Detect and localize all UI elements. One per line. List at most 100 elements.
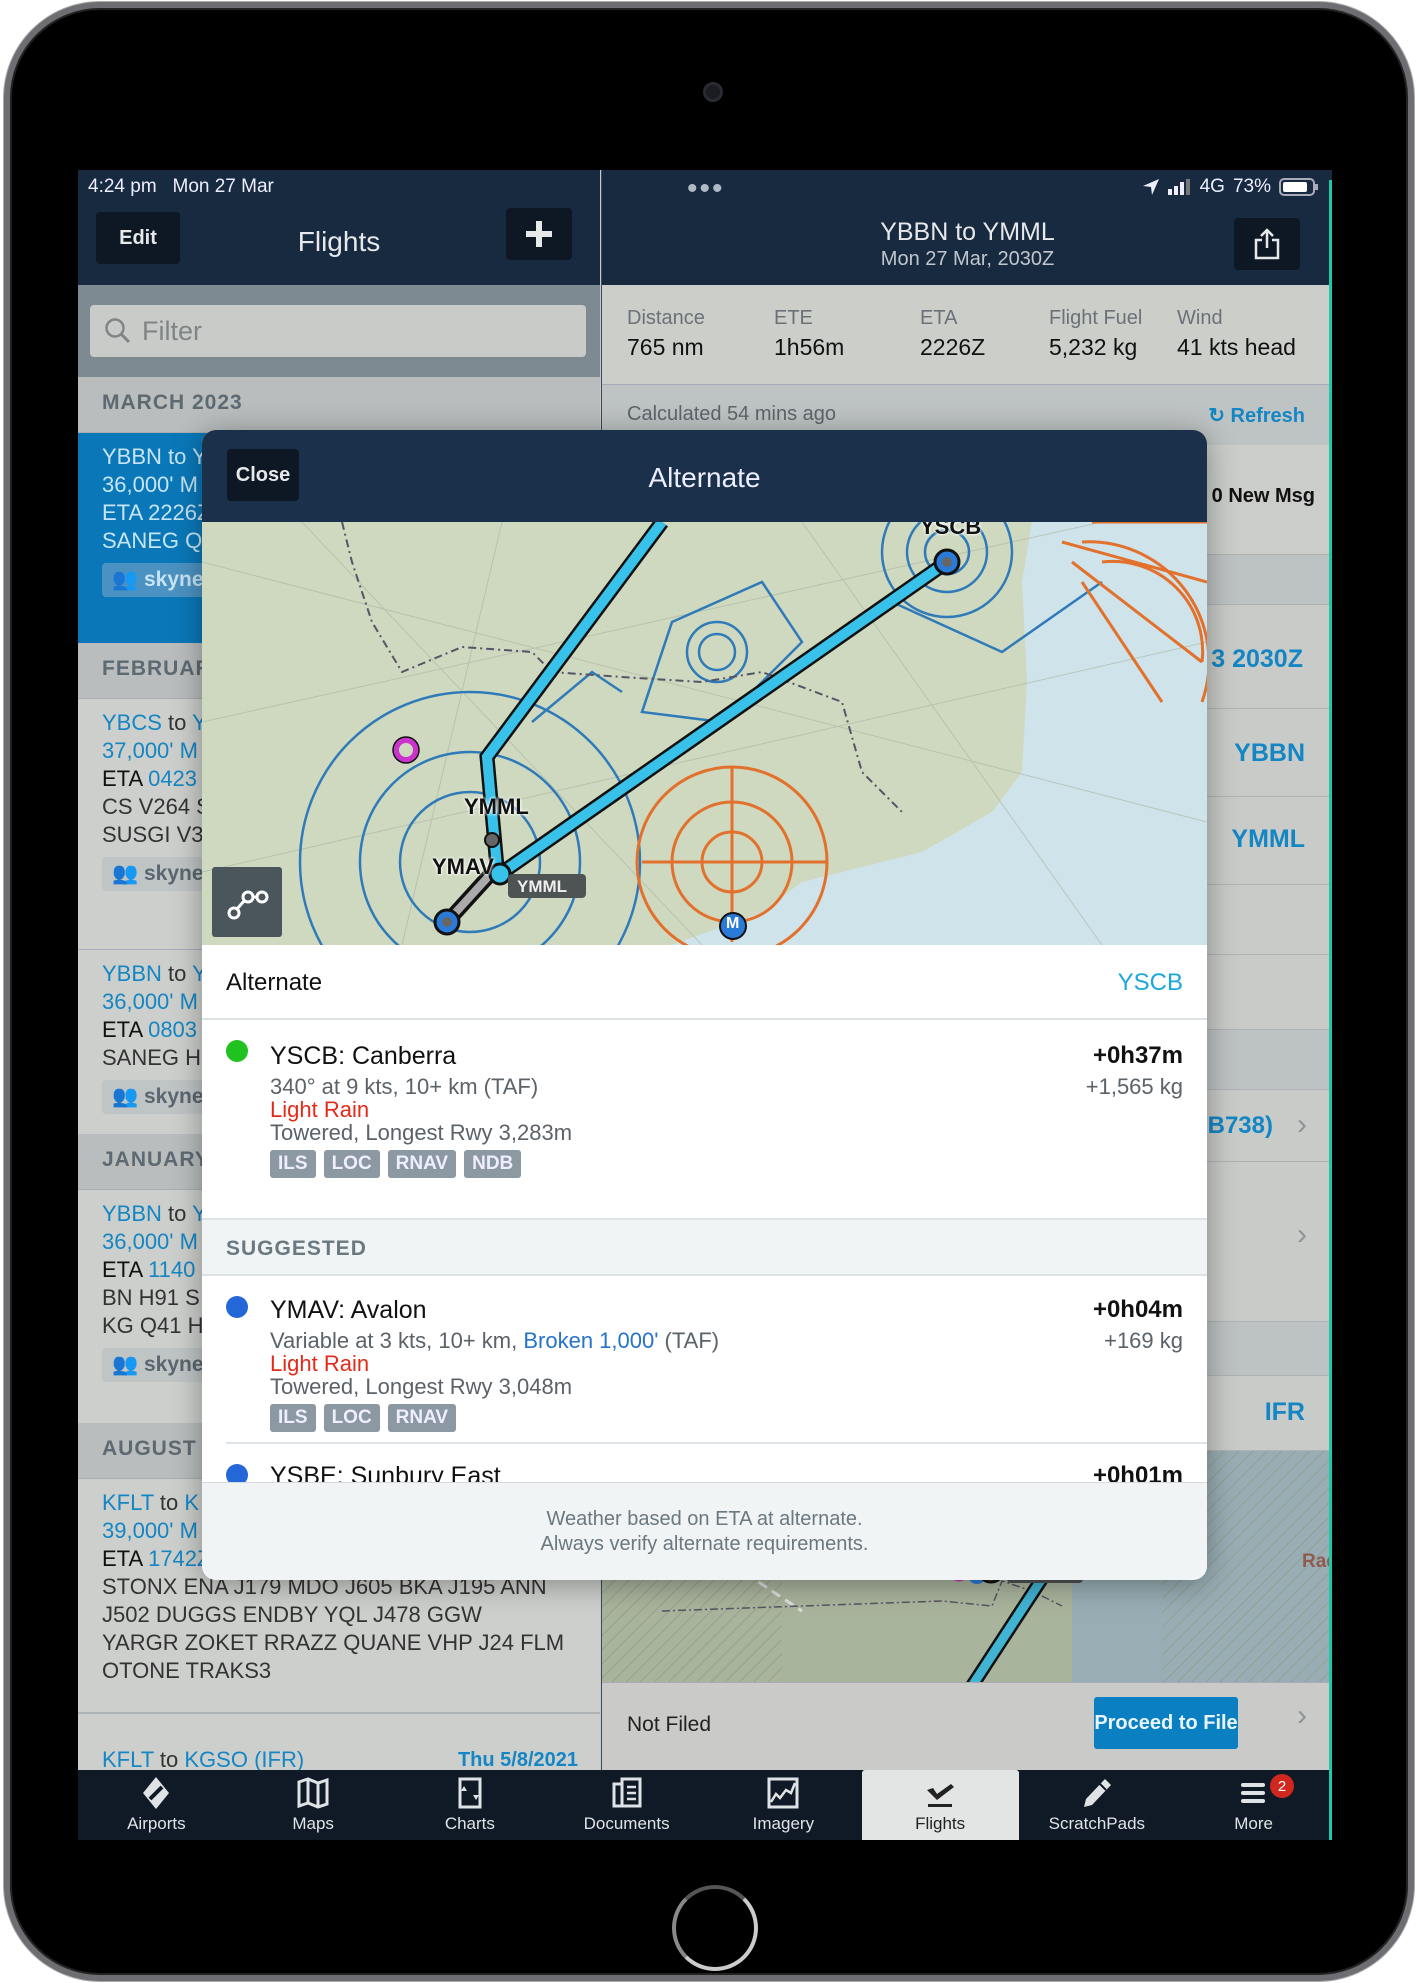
flight-from: KFLT [102,1747,154,1772]
team-name: skyne [144,862,204,885]
chevron-right-icon: › [1297,1218,1307,1251]
flight-from: KFLT [102,1490,154,1515]
team-name: skyne [144,1353,204,1376]
home-button[interactable] [672,1885,758,1971]
tab-more[interactable]: More 2 [1175,1770,1332,1840]
tab-maps[interactable]: Maps [235,1770,392,1840]
added-time: +0h01m [1092,1462,1183,1484]
departure-time: 3 2030Z [1211,645,1303,673]
tab-label: More [1234,1814,1273,1833]
flight-subtitle: Mon 27 Mar, 2030Z [880,248,1055,270]
messages-count: 0 New Msg [1211,485,1315,507]
eta-label: ETA [102,500,142,525]
team-badge: 👥 skyne [102,1348,214,1382]
aircraft-type: B738) [1207,1112,1273,1139]
camera [703,82,723,102]
forecast-source: (TAF) [664,1328,720,1353]
alternate-selector-row[interactable]: Alternate YSCB [202,945,1207,1020]
ymml-marker [484,832,500,848]
tab-bar: Airports Maps Charts Documents Imagery F… [78,1770,1332,1840]
tab-imagery[interactable]: Imagery [705,1770,862,1840]
destination-airport: YMML [1231,825,1305,853]
alternate-label: Alternate [226,969,323,996]
approach-tag: RNAV [387,1150,457,1178]
location-icon [1142,179,1159,195]
tab-label: Airports [127,1814,186,1833]
stat-value: 765 nm [627,334,704,360]
flight-from: YBCS [102,710,162,735]
refresh-button[interactable]: ↻ Refresh [1208,403,1305,428]
added-fuel: +169 kg [1104,1328,1183,1353]
team-name: skyne [144,568,204,591]
plane-icon [927,1784,955,1807]
compass-icon [143,1777,170,1809]
map-label-military: M [726,915,740,932]
screen: 4:24 pm Mon 27 Mar Edit Flights Filter M… [78,170,1332,1840]
to-word: to [168,710,187,735]
flight-route: OTONE TRAKS3 [102,1658,272,1683]
stat-wind: Wind 41 kts head [1177,307,1296,361]
section-header: MARCH 2023 [78,377,600,433]
to-word: to [159,1490,179,1515]
stat-label: ETE [774,307,813,329]
tab-flights[interactable]: Flights [861,1770,1019,1840]
stat-value: 5,232 kg [1049,334,1138,360]
stat-label: Distance [627,307,705,329]
approach-tag: NDB [464,1150,522,1178]
map-icon [297,1777,329,1809]
team-icon: 👥 [112,862,139,885]
menu-icon [1240,1783,1265,1803]
flight-route: J502 DUGGS ENDBY YQL J478 GGW [102,1602,482,1627]
plus-icon [526,221,552,247]
alternate-map-svg [202,522,1207,945]
calculated-text: Calculated 54 mins ago [627,403,837,425]
tab-label: Documents [583,1814,670,1833]
status-date: Mon 27 Mar [172,176,274,197]
battery-percent: 73% [1232,176,1271,197]
stat-value: 1h56m [774,334,845,360]
to-word: to [168,444,187,469]
radar-notice-right: Rad [1302,1551,1332,1572]
filter-placeholder: Filter [142,315,202,346]
added-time: +0h04m [1092,1296,1183,1323]
tab-label: Maps [292,1814,334,1833]
airport-name: YMAV: Avalon [270,1296,427,1324]
alternate-card[interactable]: YMAV: Avalon Variable at 3 kts, 10+ km, … [202,1276,1207,1432]
approach-tag: RNAV [387,1404,457,1432]
tab-label: Charts [444,1814,495,1833]
eta-label: ETA [102,766,142,791]
map-tag-ymml: YMML [517,877,568,896]
team-icon: 👥 [112,568,139,591]
search-icon [105,318,131,344]
team-icon: 👥 [112,1085,139,1108]
route-toggle-button[interactable] [212,867,282,937]
airport-info: Towered, Longest Rwy 3,048m [270,1374,573,1399]
imagery-icon [767,1777,799,1809]
signal-icon [1167,179,1190,195]
team-icon: 👥 [112,1353,139,1376]
tab-charts[interactable]: Charts [392,1770,549,1840]
wind-text: Variable at 3 kts, 10+ km, [270,1328,518,1353]
tab-documents[interactable]: Documents [548,1770,705,1840]
share-button[interactable] [1234,218,1300,270]
multitask-dots[interactable]: ••• [687,172,725,206]
stat-ete: ETE 1h56m [774,307,844,361]
map-label-ymav: YMAV [432,854,494,879]
add-flight-button[interactable] [506,208,572,260]
proceed-to-file-button[interactable]: Proceed to File [1094,1697,1238,1749]
alternate-modal: Close Alternate YMML YMML YMAV YSCB M Al… [202,430,1207,1580]
alternate-card-selected[interactable]: YSCB: Canberra 340° at 9 kts, 10+ km (TA… [202,1020,1207,1220]
right-header: ••• 4G 73% YBBN to YMML Mon 27 Mar, 2030… [602,170,1332,285]
filter-input[interactable]: Filter [90,305,586,357]
map-label-yscb: YSCB [920,522,982,539]
eta-label: ETA [102,1257,142,1282]
stat-fuel: Flight Fuel 5,232 kg [1049,307,1142,361]
flight-eta: 0423 [148,766,198,791]
alternate-card[interactable]: YSBE: Sunbury East +0h01m [202,1444,1207,1484]
tab-airports[interactable]: Airports [78,1770,235,1840]
airport-info: Towered, Longest Rwy 3,283m [270,1120,573,1145]
tab-scratchpads[interactable]: ScratchPads [1019,1770,1176,1840]
footer-note: Always verify alternate requirements. [540,1533,869,1555]
status-dot [226,1040,248,1062]
alternate-map[interactable]: YMML YMML YMAV YSCB M [202,522,1207,945]
